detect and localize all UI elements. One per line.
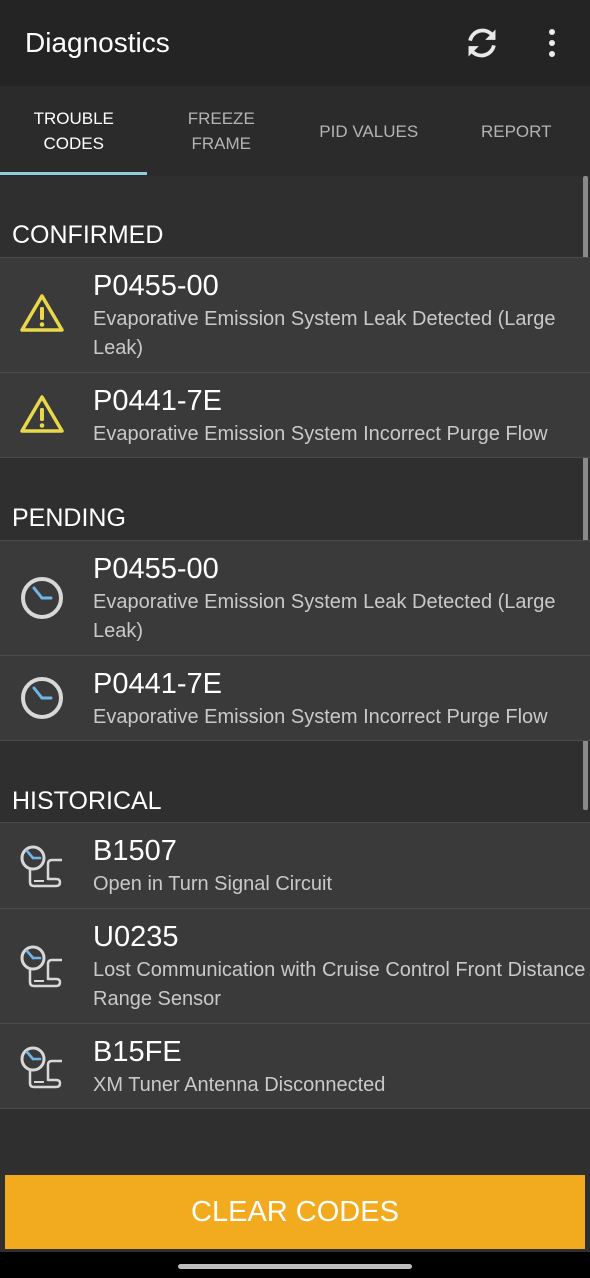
trouble-code: U0235 xyxy=(93,921,179,953)
tab-report[interactable]: REPORT xyxy=(443,86,590,176)
list-item[interactable]: B15FE XM Tuner Antenna Disconnected xyxy=(0,1023,590,1109)
trouble-code: B15FE xyxy=(93,1036,182,1068)
tab-bar: TROUBLE CODES FREEZE FRAME PID VALUES RE… xyxy=(0,86,590,176)
clear-codes-button[interactable]: CLEAR CODES xyxy=(5,1175,585,1249)
section-title-historical: HISTORICAL xyxy=(12,787,162,815)
trouble-code: P0441-7E xyxy=(93,668,222,700)
refresh-icon[interactable] xyxy=(460,21,504,65)
list-item[interactable]: P0441-7E Evaporative Emission System Inc… xyxy=(0,372,590,458)
trouble-code-description: Open in Turn Signal Circuit xyxy=(93,873,333,895)
history-scroll-icon xyxy=(18,842,66,890)
app-bar: Diagnostics xyxy=(0,0,590,86)
more-vert-icon[interactable] xyxy=(530,21,574,65)
trouble-code-description: Evaporative Emission System Incorrect Pu… xyxy=(93,423,548,445)
trouble-code: B1507 xyxy=(93,835,177,867)
tab-trouble-codes[interactable]: TROUBLE CODES xyxy=(0,86,148,176)
history-scroll-icon xyxy=(18,1043,66,1091)
list-item[interactable]: B1507 Open in Turn Signal Circuit xyxy=(0,822,590,909)
trouble-code-description: Lost Communication with Cruise Control F… xyxy=(93,959,586,1010)
list-item[interactable]: P0441-7E Evaporative Emission System Inc… xyxy=(0,655,590,741)
list-item[interactable]: U0235 Lost Communication with Cruise Con… xyxy=(0,908,590,1024)
trouble-code: P0455-00 xyxy=(93,270,219,302)
trouble-code-description: Evaporative Emission System Leak Detecte… xyxy=(93,591,556,642)
warning-icon xyxy=(18,290,66,338)
section-title-confirmed: CONFIRMED xyxy=(12,221,164,249)
gesture-handle[interactable] xyxy=(178,1264,412,1269)
section-title-pending: PENDING xyxy=(12,504,126,532)
list-item[interactable]: P0455-00 Evaporative Emission System Lea… xyxy=(0,257,590,373)
clock-icon xyxy=(18,574,66,622)
trouble-code-description: Evaporative Emission System Incorrect Pu… xyxy=(93,706,548,728)
trouble-code-description: Evaporative Emission System Leak Detecte… xyxy=(93,308,556,359)
clock-icon xyxy=(18,674,66,722)
page-title: Diagnostics xyxy=(25,27,170,58)
tab-freeze-frame[interactable]: FREEZE FRAME xyxy=(148,86,296,176)
trouble-code-description: XM Tuner Antenna Disconnected xyxy=(93,1074,386,1096)
tab-pid-values[interactable]: PID VALUES xyxy=(295,86,443,176)
trouble-code: P0441-7E xyxy=(93,385,222,417)
system-nav-bar xyxy=(0,1252,590,1278)
warning-icon xyxy=(18,391,66,439)
history-scroll-icon xyxy=(18,942,66,990)
list-item[interactable]: P0455-00 Evaporative Emission System Lea… xyxy=(0,540,590,656)
trouble-code: P0455-00 xyxy=(93,553,219,585)
